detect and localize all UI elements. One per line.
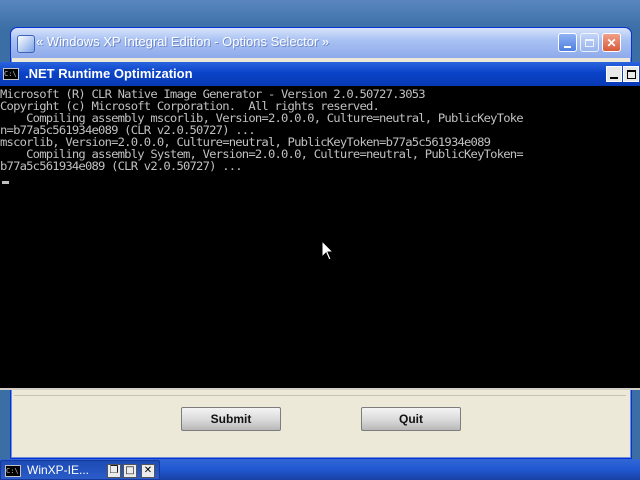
taskbar: C:\ WinXP-IE... ❐ □ ✕ <box>0 459 640 480</box>
restore-icon[interactable]: ❐ <box>107 464 121 478</box>
taskbar-item-winxp[interactable]: C:\ WinXP-IE... ❐ □ ✕ <box>0 460 160 480</box>
close-icon[interactable]: ✕ <box>141 464 155 478</box>
console-title: .NET Runtime Optimization <box>25 66 193 81</box>
minimize-icon <box>610 76 618 79</box>
console-minimize-button[interactable] <box>606 66 622 82</box>
maximize-icon <box>626 69 636 79</box>
console-output[interactable]: Microsoft (R) CLR Native Image Generator… <box>0 86 640 390</box>
minimize-button[interactable] <box>558 33 577 52</box>
options-selector-titlebar[interactable]: « Windows XP Integral Edition - Options … <box>11 28 631 58</box>
cmd-icon: C:\ <box>3 68 19 80</box>
minimize-icon <box>564 45 571 48</box>
console-titlebar[interactable]: C:\ .NET Runtime Optimization <box>0 62 640 86</box>
text-cursor <box>2 181 9 184</box>
quit-button[interactable]: Quit <box>361 407 461 431</box>
cmd-icon: C:\ <box>5 465 21 477</box>
close-icon: ✕ <box>606 35 617 50</box>
console-line: b77a5c561934e089 (CLR v2.0.50727) ... <box>0 160 243 173</box>
close-button[interactable]: ✕ <box>602 33 621 52</box>
maximize-button <box>580 33 599 52</box>
maximize-icon <box>585 38 594 47</box>
desktop-background <box>0 0 640 30</box>
mouse-pointer-icon <box>321 240 335 261</box>
options-selector-title: « Windows XP Integral Edition - Options … <box>36 34 330 49</box>
console-maximize-button[interactable] <box>623 66 639 82</box>
maximize-icon[interactable]: □ <box>123 464 137 478</box>
dialog-button-bar: Submit Quit <box>14 395 626 454</box>
submit-button[interactable]: Submit <box>181 407 281 431</box>
console-window: C:\ .NET Runtime Optimization Microsoft … <box>0 62 640 390</box>
taskbar-item-label: WinXP-IE... <box>27 463 90 477</box>
app-icon <box>17 35 35 53</box>
